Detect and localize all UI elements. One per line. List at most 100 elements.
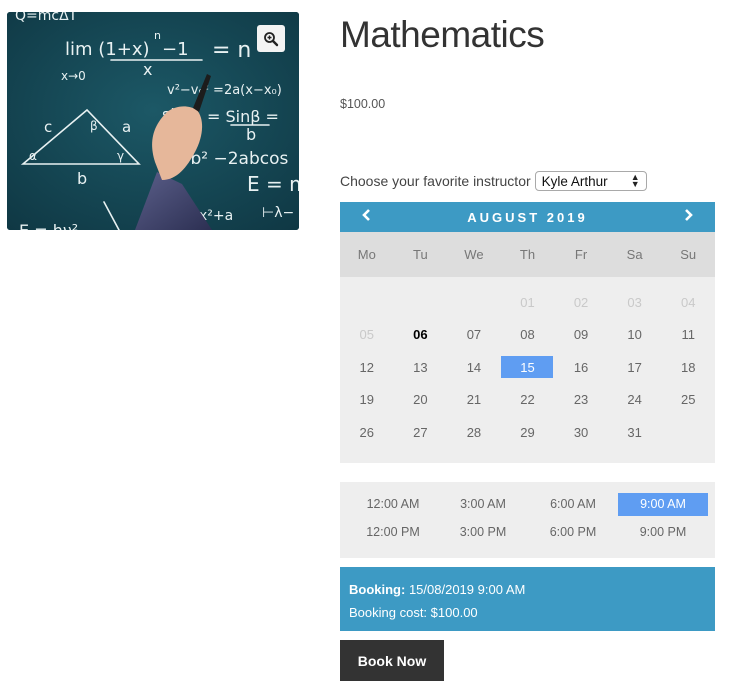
svg-text:E = hν²: E = hν² [19, 221, 78, 230]
weekday-label: Tu [413, 247, 428, 262]
time-slot[interactable]: 6:00 PM [528, 518, 618, 546]
instructor-field: Choose your favorite instructor Kyle Art… [340, 171, 647, 191]
calendar-empty-cell [340, 286, 394, 319]
booking-datetime-line: Booking: 15/08/2019 9:00 AM [349, 578, 706, 601]
chevron-left-icon [362, 209, 370, 221]
calendar-day-label: 09 [573, 327, 589, 343]
calendar-day[interactable]: 14 [447, 351, 501, 384]
calendar-day[interactable]: 31 [608, 416, 662, 449]
calendar-day[interactable]: 16 [554, 351, 608, 384]
calendar-day: 02 [554, 286, 608, 319]
calendar-day[interactable]: 13 [394, 351, 448, 384]
calendar-day[interactable]: 30 [554, 416, 608, 449]
time-slot[interactable]: 6:00 AM [528, 490, 618, 518]
time-slot[interactable]: 3:00 PM [438, 518, 528, 546]
svg-text:v²−v₀² =2a(x−x₀): v²−v₀² =2a(x−x₀) [167, 83, 282, 98]
calendar-day[interactable]: 29 [501, 416, 555, 449]
calendar-day[interactable]: 12 [340, 351, 394, 384]
calendar-day[interactable]: 28 [447, 416, 501, 449]
calendar-day-label: 30 [573, 424, 589, 440]
calendar-empty-cell [394, 286, 448, 319]
calendar-day[interactable]: 17 [608, 351, 662, 384]
calendar-day-label: 17 [627, 359, 642, 375]
time-slot-label: 6:00 PM [549, 525, 597, 539]
next-month-button[interactable] [681, 208, 695, 226]
calendar-day[interactable]: 24 [608, 384, 662, 417]
svg-text:= n: = n [212, 38, 251, 63]
time-slot-label: 3:00 PM [459, 525, 507, 539]
book-now-button[interactable]: Book Now [340, 640, 444, 681]
calendar-day-label: 07 [466, 327, 482, 343]
product-price: $100.00 [340, 97, 386, 111]
time-slot-label: 9:00 PM [639, 525, 687, 539]
calendar-day: 05 [340, 319, 394, 352]
calendar-days-grid: 01 02 03 04 05 06 07 08 09 10 11 12 13 14 15 16 17 18 19 20… [340, 277, 715, 463]
time-slot[interactable]: 3:00 AM [438, 490, 528, 518]
calendar-day-label: 01 [520, 294, 535, 310]
calendar-day-label: 22 [520, 392, 535, 408]
product-title: Mathematics [340, 14, 545, 55]
calendar-day[interactable]: 09 [554, 319, 608, 352]
calendar-day-label: 21 [466, 392, 482, 408]
chalkboard-image: Q=mcΔT lim (1+x) n −1 = n x x→0 v²−v₀² =… [7, 12, 299, 230]
svg-text:⊢λ−: ⊢λ− [262, 205, 294, 221]
calendar-day-label: 31 [627, 424, 642, 440]
calendar-empty-cell [447, 286, 501, 319]
zoom-button[interactable] [257, 25, 285, 52]
weekday-label: Su [680, 247, 697, 262]
calendar-day[interactable]: 19 [340, 384, 394, 417]
calendar-day[interactable]: 26 [340, 416, 394, 449]
calendar-day-label [394, 291, 446, 313]
calendar-day[interactable]: 20 [394, 384, 448, 417]
calendar-day: 03 [608, 286, 662, 319]
weekday-label: Th [519, 247, 536, 262]
calendar-day-label: 06 [413, 327, 428, 343]
calendar-day[interactable]: 08 [501, 319, 555, 352]
svg-text:Q=mcΔT: Q=mcΔT [15, 12, 78, 24]
svg-text:lim (1+x): lim (1+x) [65, 39, 150, 60]
calendar-day-label: 05 [359, 327, 375, 343]
calendar-day-label [341, 291, 393, 313]
time-slot[interactable]: 12:00 AM [348, 490, 438, 518]
time-slot-selected[interactable]: 9:00 AM [618, 490, 708, 518]
booking-cost-value: $100.00 [430, 605, 478, 620]
weekday-label: Fr [574, 247, 588, 262]
svg-text:β: β [90, 119, 98, 133]
calendar-day[interactable]: 22 [501, 384, 555, 417]
calendar-day-label: 27 [413, 424, 428, 440]
calendar-day[interactable]: 23 [554, 384, 608, 417]
calendar-day[interactable]: 10 [608, 319, 662, 352]
select-arrows-icon: ▲ ▼ [630, 172, 640, 189]
calendar-day-label: 18 [680, 359, 696, 375]
calendar-day: 01 [501, 286, 555, 319]
svg-text:a: a [122, 118, 131, 136]
calendar-month-label: AUGUST 2019 [467, 209, 588, 225]
calendar-day[interactable]: 21 [447, 384, 501, 417]
calendar-day: 04 [661, 286, 715, 319]
prev-month-button[interactable] [360, 208, 374, 226]
calendar-day-label: 16 [573, 359, 589, 375]
time-slot[interactable]: 9:00 PM [618, 518, 708, 546]
calendar-day[interactable]: 27 [394, 416, 448, 449]
instructor-label: Choose your favorite instructor [340, 173, 531, 189]
time-slots: 12:00 AM 3:00 AM 6:00 AM 9:00 AM 12:00 PM 3:0… [340, 482, 715, 558]
instructor-select[interactable]: Kyle Arthur ▲ ▼ [534, 171, 647, 191]
product-image[interactable]: Q=mcΔT lim (1+x) n −1 = n x x→0 v²−v₀² =… [7, 12, 299, 230]
calendar-header: AUGUST 2019 [340, 202, 715, 232]
time-slot[interactable]: 12:00 PM [348, 518, 438, 546]
calendar-day[interactable]: 06 [394, 319, 448, 352]
booking-cost-line: Booking cost: $100.00 [349, 601, 706, 624]
time-slot-label: 6:00 AM [550, 497, 596, 511]
svg-text:E = m: E = m [247, 172, 299, 196]
calendar-day[interactable]: 18 [661, 351, 715, 384]
calendar-day[interactable]: 07 [447, 319, 501, 352]
calendar-day-label: 19 [359, 392, 375, 408]
weekday-header-row: Mo Tu We Th Fr Sa Su [340, 232, 715, 277]
calendar-day-selected[interactable]: 15 [501, 351, 555, 384]
calendar-day-label: 15 [501, 356, 554, 379]
calendar-day-label: 13 [413, 359, 428, 375]
svg-text:x→0: x→0 [61, 69, 86, 83]
calendar-day[interactable]: 25 [661, 384, 715, 417]
calendar-day-label: 10 [627, 327, 642, 343]
calendar-day[interactable]: 11 [661, 319, 715, 352]
